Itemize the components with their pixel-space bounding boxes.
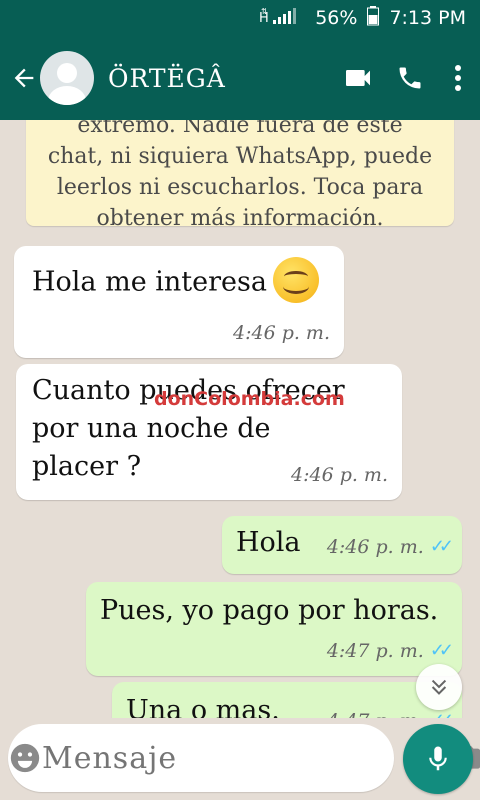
emoji-button[interactable] [8,741,42,775]
message-text: Hola me interesa [32,266,267,298]
video-call-button[interactable] [332,36,384,120]
composer-bar [0,718,480,800]
message-incoming[interactable]: Cuanto puedes ofrecer por una noche de p… [16,364,402,500]
video-camera-icon [346,70,370,86]
chat-area[interactable]: extremo. Nadie fuera de este chat, ni si… [0,120,480,718]
message-text: Pues, yo pago por horas. [100,595,439,626]
message-input[interactable] [42,740,421,776]
more-vertical-icon [455,65,461,91]
status-bar: H ⇅ 56% 7:13 PM [0,0,480,36]
signal-icon: H ⇅ [259,6,305,31]
arrow-left-icon [14,68,34,88]
more-options-button[interactable] [436,36,480,120]
battery-icon [367,5,380,31]
message-time: 4:46 p. m. [232,322,330,344]
contact-name[interactable]: ÖRTËGÂ [108,64,332,93]
message-outgoing[interactable]: Hola 4:46 p. m. ✓✓ [222,516,462,574]
avatar[interactable] [40,51,94,105]
message-text-line: por una noche de [32,413,271,444]
message-text: Hola [236,527,301,558]
encryption-notice[interactable]: extremo. Nadie fuera de este chat, ni si… [26,120,454,231]
message-input-container [8,724,480,792]
voice-call-button[interactable] [384,36,436,120]
microphone-icon [429,746,447,771]
chevron-double-down-icon [431,679,447,695]
message-time: 4:46 p. m. [290,464,388,486]
smiling-face-emoji-icon [272,257,319,303]
message-text: Una o mas. [126,695,280,718]
read-check-icon: ✓✓ [429,536,454,557]
message-outgoing[interactable]: Pues, yo pago por horas. 4:47 p. m. ✓✓ [86,582,462,676]
voice-message-button[interactable] [403,724,473,794]
emoji-icon [10,743,40,773]
message-incoming[interactable]: Hola me interesa 4:46 p. m. [14,246,344,358]
clock: 7:13 PM [389,7,466,29]
phone-icon [399,67,421,89]
scroll-to-bottom-button[interactable] [416,664,462,710]
message-time: 4:46 p. m. ✓✓ [327,528,454,566]
watermark: donColombia.com [154,388,345,410]
message-time: 4:47 p. m.✓✓ [327,632,454,670]
svg-text:⇅: ⇅ [261,7,268,16]
message-outgoing[interactable]: Una o mas. 4:47 p. m.✓✓ [112,682,462,718]
battery-percent: 56% [315,7,358,29]
chat-header: ÖRTËGÂ [0,36,480,120]
